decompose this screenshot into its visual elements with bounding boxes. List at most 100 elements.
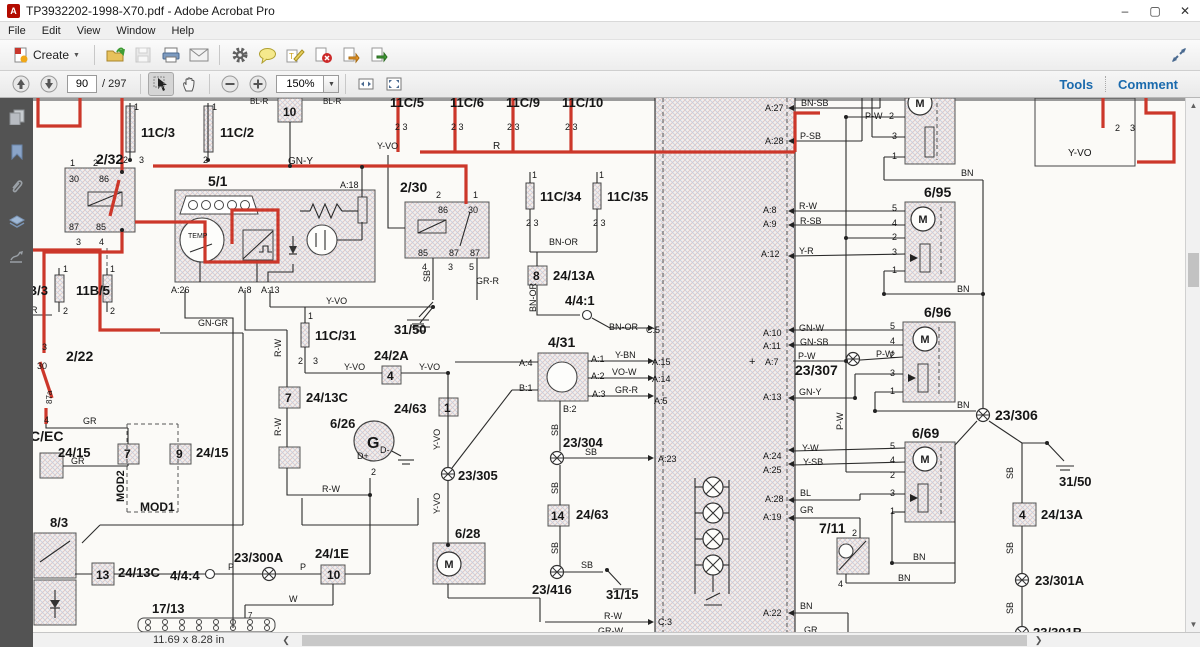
svg-text:24/13A: 24/13A <box>1041 507 1084 522</box>
svg-text:2 3: 2 3 <box>593 218 606 228</box>
next-page-button[interactable] <box>36 72 62 96</box>
svg-text:A:10: A:10 <box>763 328 782 338</box>
zoom-level-value[interactable]: 150% <box>276 75 324 93</box>
previous-page-button[interactable] <box>8 72 34 96</box>
svg-text:4: 4 <box>1019 508 1026 522</box>
scroll-up-arrow[interactable]: ▲ <box>1186 98 1200 113</box>
svg-text:MOD2: MOD2 <box>115 470 127 502</box>
save-file-button[interactable] <box>130 43 156 67</box>
customize-toolbar-button[interactable] <box>1166 43 1192 67</box>
svg-text:GR: GR <box>71 456 85 466</box>
svg-text:23/304: 23/304 <box>563 435 604 450</box>
zoom-out-button[interactable] <box>217 72 243 96</box>
svg-text:23/305: 23/305 <box>458 468 498 483</box>
open-file-button[interactable] <box>102 43 128 67</box>
svg-text:A:8: A:8 <box>238 285 252 295</box>
svg-text:BN-OR: BN-OR <box>528 283 538 313</box>
fit-page-button[interactable] <box>381 72 407 96</box>
scrolling-mode-button[interactable] <box>353 72 379 96</box>
menu-help[interactable]: Help <box>163 22 202 40</box>
svg-text:3: 3 <box>448 262 453 272</box>
svg-text:Y-VO: Y-VO <box>419 362 440 372</box>
component-box <box>34 533 76 578</box>
svg-text:D-: D- <box>380 445 390 455</box>
page-thumbnails-icon[interactable] <box>8 108 26 126</box>
svg-text:5: 5 <box>469 262 474 272</box>
svg-text:5: 5 <box>892 203 897 213</box>
signatures-icon[interactable] <box>8 248 26 266</box>
extract-pages-button[interactable] <box>339 43 365 67</box>
minimize-button[interactable]: – <box>1110 0 1140 22</box>
hand-tool-button[interactable] <box>176 72 202 96</box>
svg-text:1: 1 <box>890 386 895 396</box>
page-number-input[interactable] <box>67 75 97 93</box>
svg-text:86: 86 <box>438 205 448 215</box>
svg-text:11B/3: 11B/3 <box>33 283 48 298</box>
svg-text:6/96: 6/96 <box>924 304 951 320</box>
svg-text:BN-OR: BN-OR <box>609 322 639 332</box>
maximize-button[interactable]: ▢ <box>1140 0 1170 22</box>
svg-text:Y-VO: Y-VO <box>432 493 442 514</box>
svg-text:6/95: 6/95 <box>924 184 951 200</box>
svg-text:P-W: P-W <box>865 111 883 121</box>
export-file-button[interactable] <box>367 43 393 67</box>
svg-text:31/50: 31/50 <box>1059 474 1092 489</box>
gear-icon-button[interactable] <box>227 43 253 67</box>
svg-text:A:1: A:1 <box>591 354 605 364</box>
tools-panel-link[interactable]: Tools <box>1047 77 1105 92</box>
svg-text:1: 1 <box>308 311 313 321</box>
svg-text:Y-VO: Y-VO <box>432 429 442 450</box>
navigation-toolbar: / 297 150% ▼ Tools Comment <box>0 71 1200 98</box>
svg-text:3: 3 <box>1130 123 1135 133</box>
svg-text:23/307: 23/307 <box>795 362 838 378</box>
layers-icon[interactable] <box>8 213 26 231</box>
svg-text:P-W: P-W <box>876 349 894 359</box>
sign-stamp-button[interactable]: T <box>283 43 309 67</box>
comment-panel-link[interactable]: Comment <box>1106 77 1190 92</box>
bookmarks-icon[interactable] <box>8 143 26 161</box>
svg-text:A:13: A:13 <box>261 285 280 295</box>
select-tool-button[interactable] <box>148 72 174 96</box>
svg-text:30: 30 <box>468 205 478 215</box>
acrobat-app-icon: A <box>7 4 20 18</box>
comment-bubble-button[interactable] <box>255 43 281 67</box>
svg-text:11C/5: 11C/5 <box>390 98 424 110</box>
svg-text:GN-Y: GN-Y <box>288 156 313 167</box>
vertical-scroll-thumb[interactable] <box>1188 253 1199 287</box>
print-button[interactable] <box>158 43 184 67</box>
create-button[interactable]: Create ▼ <box>6 43 87 67</box>
menu-view[interactable]: View <box>69 22 109 40</box>
zoom-in-button[interactable] <box>245 72 271 96</box>
svg-text:A:3: A:3 <box>592 389 606 399</box>
svg-text:2: 2 <box>1115 123 1120 133</box>
svg-text:4: 4 <box>387 369 394 383</box>
delete-pages-button[interactable] <box>311 43 337 67</box>
svg-text:8/3: 8/3 <box>50 515 68 530</box>
menu-file[interactable]: File <box>0 22 34 40</box>
svg-text:P-SB: P-SB <box>800 131 821 141</box>
vertical-scrollbar[interactable]: ▲ ▼ <box>1185 98 1200 632</box>
svg-text:2: 2 <box>852 528 857 538</box>
svg-text:23/306: 23/306 <box>995 407 1038 423</box>
svg-text:10: 10 <box>327 568 341 582</box>
email-button[interactable] <box>186 43 212 67</box>
svg-text:1: 1 <box>890 506 895 516</box>
attachments-icon[interactable] <box>8 178 26 196</box>
svg-text:GN-Y: GN-Y <box>799 387 822 397</box>
svg-text:A:15: A:15 <box>652 357 671 367</box>
close-button[interactable]: ✕ <box>1170 0 1200 22</box>
scroll-left-arrow[interactable]: ❮ <box>282 635 290 646</box>
menu-window[interactable]: Window <box>108 22 163 40</box>
menu-edit[interactable]: Edit <box>34 22 69 40</box>
zoom-dropdown-arrow[interactable]: ▼ <box>324 75 339 93</box>
scroll-down-arrow[interactable]: ▼ <box>1186 617 1200 632</box>
svg-text:R-SB: R-SB <box>800 216 822 226</box>
svg-text:M: M <box>444 559 453 571</box>
svg-text:3: 3 <box>890 488 895 498</box>
horizontal-scroll-thumb[interactable] <box>302 635 1027 646</box>
svg-text:2: 2 <box>890 470 895 480</box>
svg-text:VO-W: VO-W <box>612 367 637 377</box>
svg-text:A:5: A:5 <box>654 396 668 406</box>
scroll-right-arrow[interactable]: ❯ <box>1035 635 1043 646</box>
svg-text:4/4:1: 4/4:1 <box>565 293 595 308</box>
